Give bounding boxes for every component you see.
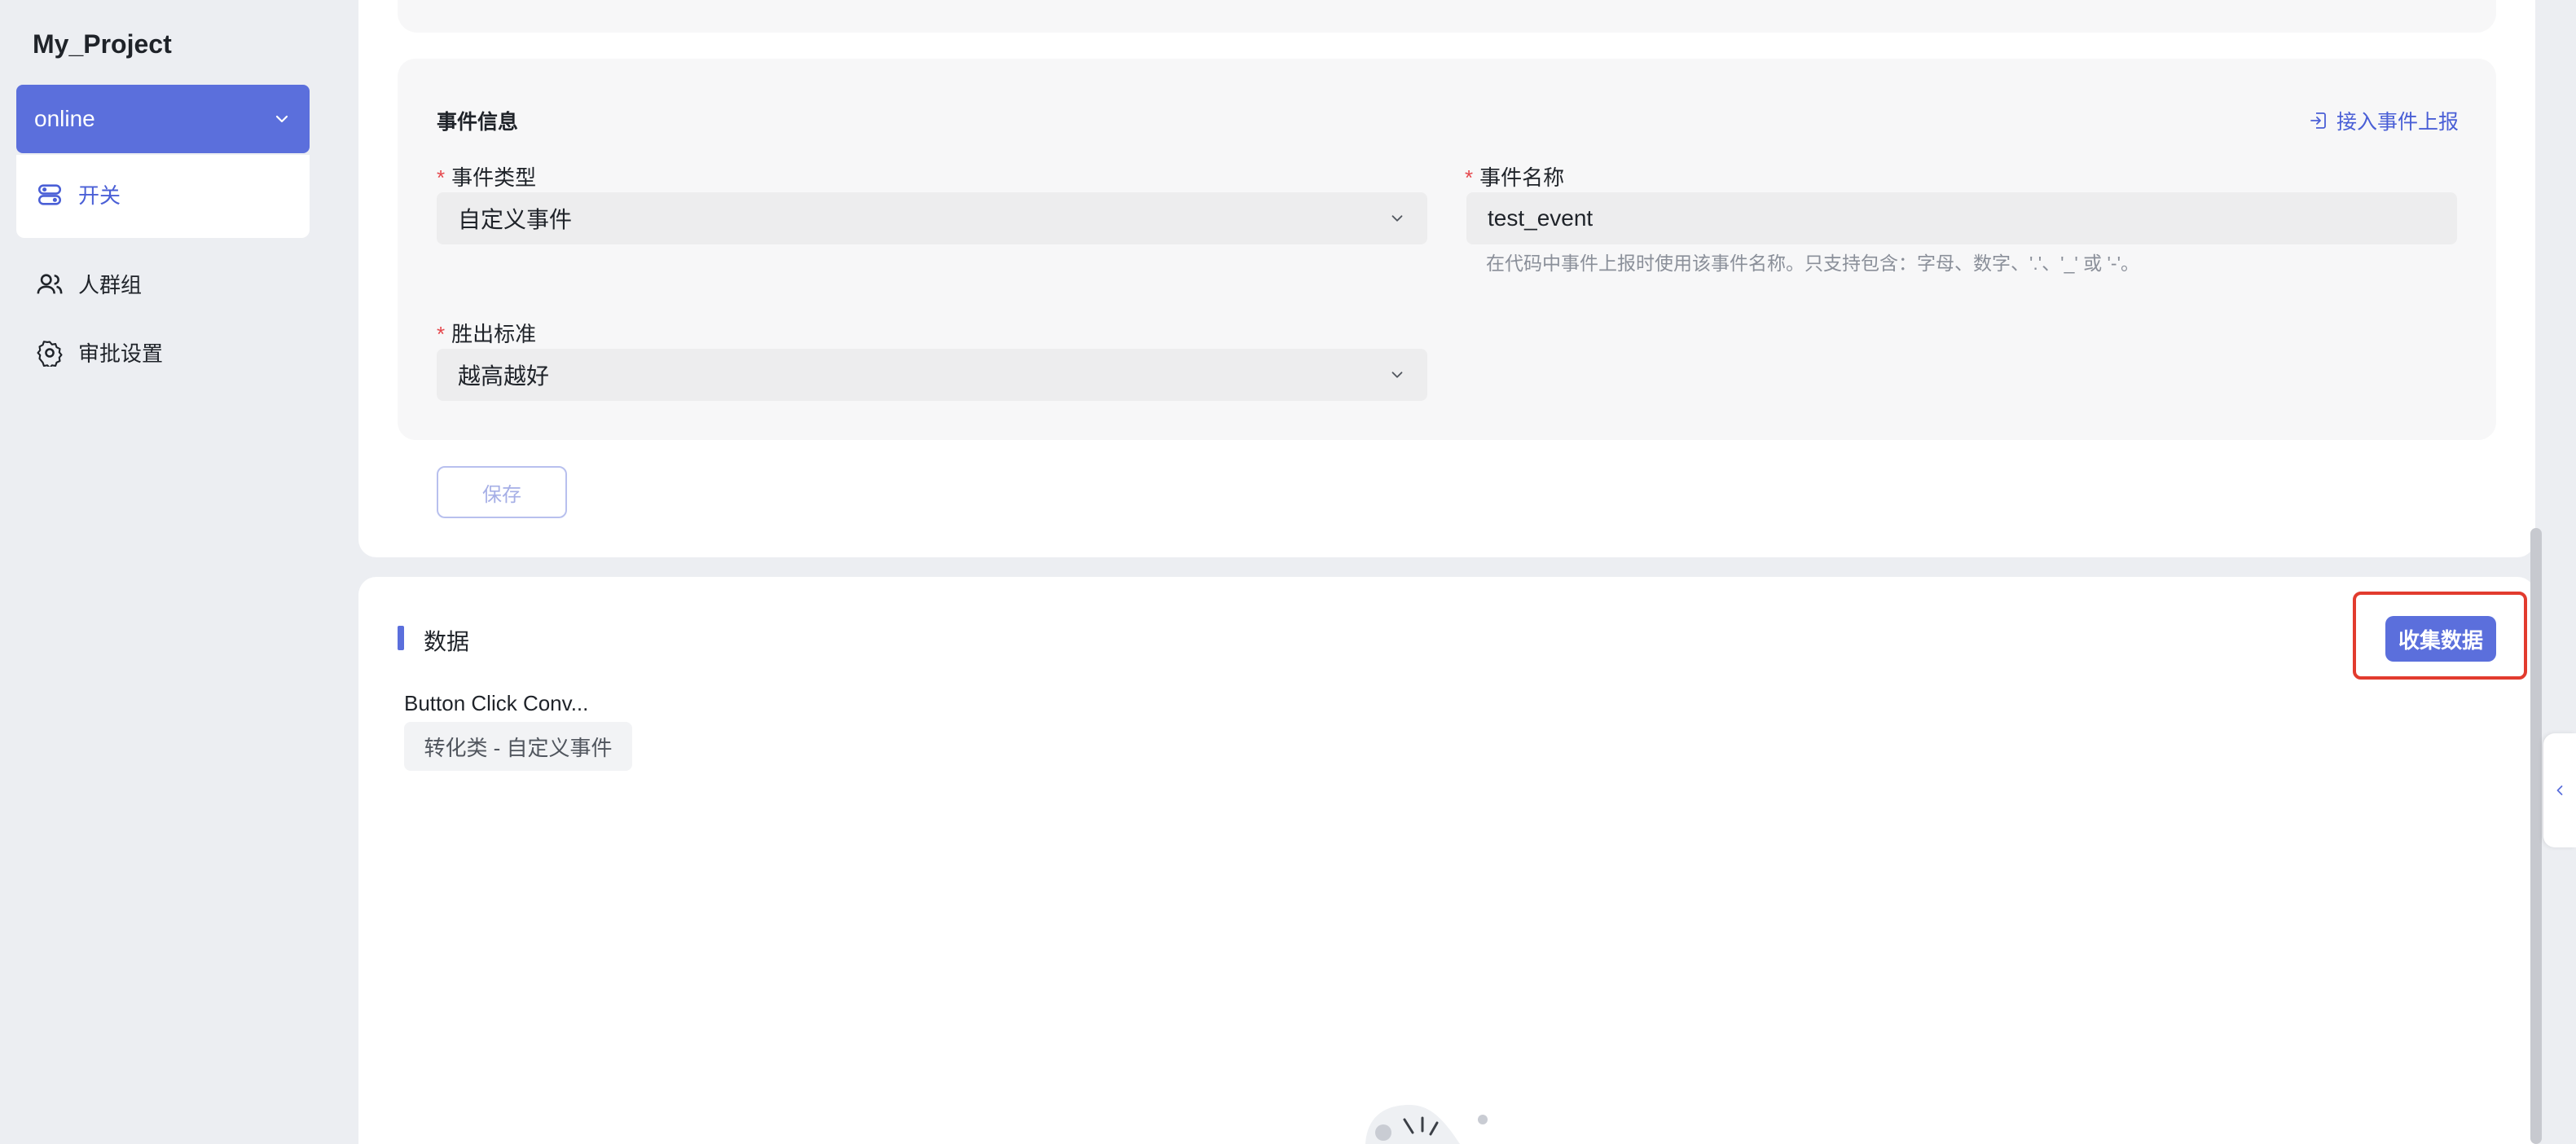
event-type-value: 自定义事件	[458, 207, 573, 232]
sidebar-item-label: 人群组	[78, 273, 143, 297]
chevron-down-icon	[275, 115, 288, 123]
event-type-label-text: 事件类型	[451, 165, 537, 190]
event-type-label: * 事件类型	[437, 161, 536, 191]
event-name-value: test_event	[1488, 205, 1594, 231]
users-icon	[37, 273, 63, 293]
win-criteria-value: 越高越好	[458, 363, 550, 389]
metric-tag: 转化类 - 自定义事件	[404, 722, 632, 771]
previous-panel-bottom	[398, 0, 2496, 33]
required-mark: *	[1465, 165, 1474, 190]
gear-icon	[37, 340, 63, 367]
environment-select-value: online	[34, 106, 95, 131]
sidebar-item-approval-settings[interactable]: 审批设置	[36, 337, 163, 367]
metric-name: Button Click Conv...	[404, 691, 589, 715]
toggle-icon	[37, 183, 62, 205]
win-criteria-select[interactable]: 越高越好	[437, 349, 1427, 401]
win-criteria-label: * 胜出标准	[437, 318, 536, 348]
highlight-annotation	[2353, 592, 2527, 680]
scrollbar-thumb[interactable]	[2530, 528, 2542, 1144]
sidebar-item-switch[interactable]: 开关	[36, 179, 121, 209]
environment-select[interactable]: online	[16, 85, 310, 153]
chevron-down-icon	[1391, 215, 1403, 222]
event-name-label: * 事件名称	[1465, 161, 1564, 191]
sidebar-item-label: 开关	[78, 183, 121, 208]
project-title: My_Project	[33, 29, 172, 59]
save-button[interactable]: 保存	[437, 466, 567, 518]
required-mark: *	[437, 322, 446, 346]
event-name-input[interactable]: test_event	[1466, 192, 2457, 244]
sidebar-item-user-groups[interactable]: 人群组	[36, 269, 142, 299]
event-name-label-text: 事件名称	[1479, 165, 1565, 190]
data-section-title: 数据	[424, 629, 470, 654]
win-criteria-label-text: 胜出标准	[451, 322, 537, 346]
chevron-left-icon	[2556, 785, 2563, 795]
event-name-hint: 在代码中事件上报时使用该事件名称。只支持包含：字母、数字、'.'、'_' 或 '…	[1486, 253, 2139, 274]
integrate-event-report-link[interactable]: 接入事件上报	[2309, 106, 2459, 135]
chevron-down-icon	[1391, 372, 1403, 378]
event-type-select[interactable]: 自定义事件	[437, 192, 1427, 244]
sidebar-item-label: 审批设置	[78, 341, 164, 366]
integrate-event-report-label: 接入事件上报	[2336, 111, 2459, 134]
side-panel-toggle[interactable]	[2543, 733, 2576, 847]
section-accent-bar	[398, 626, 404, 650]
required-mark: *	[437, 165, 446, 190]
login-icon	[2310, 112, 2326, 129]
event-info-title: 事件信息	[437, 111, 519, 134]
empty-state-illustration	[1365, 1105, 1488, 1144]
sidebar: My_Project online 开关 人群组 审批设置	[0, 0, 326, 1144]
data-card	[358, 577, 2535, 1144]
